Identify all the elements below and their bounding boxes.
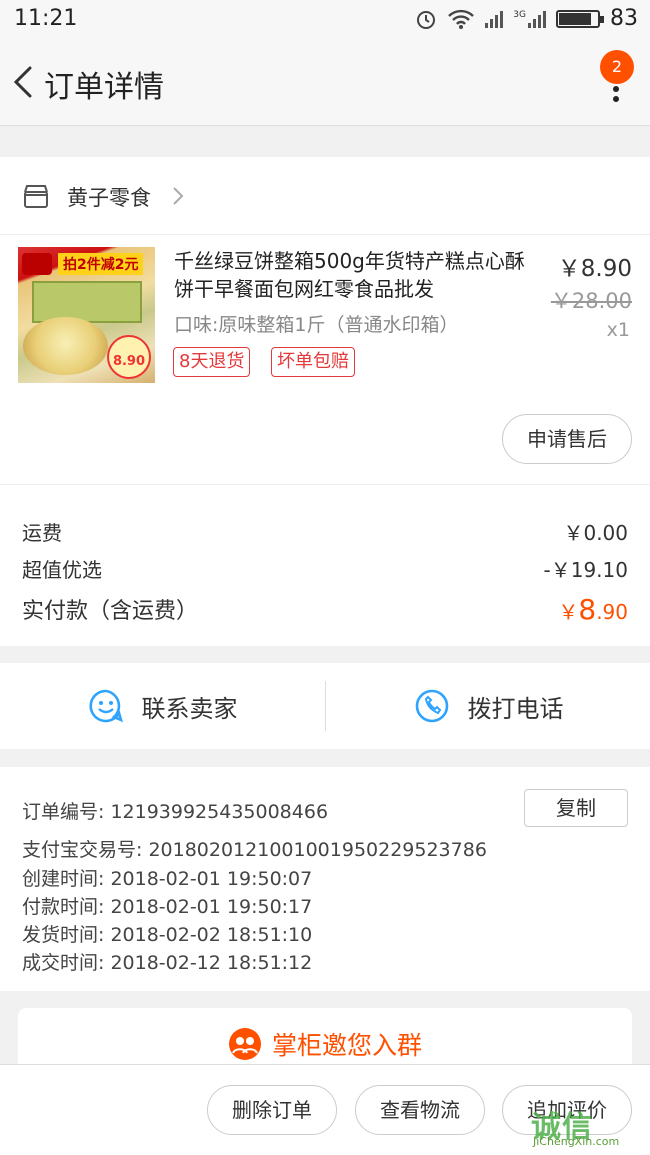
- after-sale-button[interactable]: 申请售后: [502, 414, 632, 464]
- contact-seller-button[interactable]: 联系卖家: [0, 663, 325, 749]
- image-price-sticker: 8.90: [107, 335, 151, 379]
- paid-amount: ￥8.90: [558, 593, 628, 626]
- contact-seller-label: 联系卖家: [141, 694, 238, 723]
- notification-badge: 2: [600, 50, 634, 84]
- battery-icon: [556, 9, 604, 28]
- group-icon: [228, 1028, 261, 1060]
- shipping-value: ￥0.00: [563, 521, 628, 545]
- battery-level: 83: [610, 6, 638, 31]
- status-time: 11:21: [14, 6, 78, 31]
- invite-text: 掌柜邀您入群: [271, 1031, 422, 1060]
- discount-label: 超值优选: [22, 558, 102, 582]
- tag-damage-guarantee: 坏单包赔: [271, 347, 355, 377]
- contact-bar: 联系卖家 拨打电话: [0, 663, 650, 749]
- alarm-icon: [417, 10, 436, 29]
- paid-int: 8: [578, 593, 597, 626]
- shop-header[interactable]: 黄子零食: [0, 157, 650, 235]
- battery-fill: [559, 12, 591, 25]
- order-number: 订单编号: 121939925435008466: [22, 801, 329, 823]
- order-item-card: 黄子零食 拍2件减2元 8.90 千丝绿豆饼整箱500g年货特产糕点心酥饼干早餐…: [0, 157, 650, 484]
- delete-order-button[interactable]: 删除订单: [207, 1085, 337, 1135]
- call-phone-label: 拨打电话: [467, 694, 564, 723]
- tag-return: 8天退货: [173, 347, 251, 377]
- status-icons: 3G 83: [415, 6, 638, 31]
- product-quantity: x1: [606, 319, 630, 341]
- invite-content: 掌柜邀您入群: [18, 1026, 632, 1062]
- nav-bar: 订单详情 2: [0, 40, 650, 126]
- brand-logo: [22, 253, 52, 275]
- image-package: [32, 281, 142, 323]
- product-price: ￥8.90: [557, 256, 632, 282]
- image-promo-text: 拍2件减2元: [58, 253, 144, 275]
- product-title[interactable]: 千丝绿豆饼整箱500g年货特产糕点心酥饼干早餐面包网红零食品批发: [174, 247, 530, 303]
- shipped-time: 发货时间: 2018-02-02 18:51:10: [22, 924, 313, 946]
- phone-icon: [415, 689, 448, 723]
- image-cake: [23, 317, 108, 375]
- created-time: 创建时间: 2018-02-01 19:50:07: [22, 868, 313, 890]
- product-image[interactable]: 拍2件减2元 8.90: [18, 247, 155, 383]
- watermark: 诚信 JiChengXin.com: [531, 1102, 646, 1152]
- store-icon: [24, 185, 48, 208]
- shipping-label: 运费: [22, 521, 62, 545]
- copy-button[interactable]: 复制: [524, 789, 628, 827]
- product-spec: 口味:原味整箱1斤（普通水印箱）: [174, 314, 459, 336]
- status-bar: 11:21 3G 83: [0, 0, 650, 40]
- call-phone-button[interactable]: 拨打电话: [326, 663, 650, 749]
- price-summary: 运费 ￥0.00 超值优选 -￥19.10 实付款（含运费） ￥8.90: [0, 484, 650, 646]
- paid-currency: ￥: [558, 600, 579, 624]
- product-original-price: ￥28.00: [550, 289, 632, 313]
- wifi-icon: [448, 9, 475, 29]
- chevron-right-icon: [173, 187, 184, 205]
- back-arrow-icon[interactable]: [10, 62, 42, 102]
- chat-smile-icon: [89, 689, 123, 723]
- order-info: 订单编号: 121939925435008466 复制 支付宝交易号: 2018…: [0, 767, 650, 991]
- view-logistics-button[interactable]: 查看物流: [355, 1085, 485, 1135]
- completed-time: 成交时间: 2018-02-12 18:51:12: [22, 952, 313, 974]
- signal-icon: [485, 10, 504, 28]
- shop-name[interactable]: 黄子零食: [67, 182, 151, 212]
- paid-dec: .90: [596, 600, 628, 624]
- paid-time: 付款时间: 2018-02-01 19:50:17: [22, 896, 313, 918]
- page-title: 订单详情: [44, 70, 164, 105]
- discount-value: -￥19.10: [543, 558, 628, 582]
- alipay-trade-number: 支付宝交易号: 2018020121001001950229523786: [22, 839, 487, 861]
- signal-3g-icon: 3G: [513, 10, 546, 28]
- watermark-url: JiChengXin.com: [533, 1135, 620, 1148]
- paid-label: 实付款（含运费）: [22, 599, 199, 624]
